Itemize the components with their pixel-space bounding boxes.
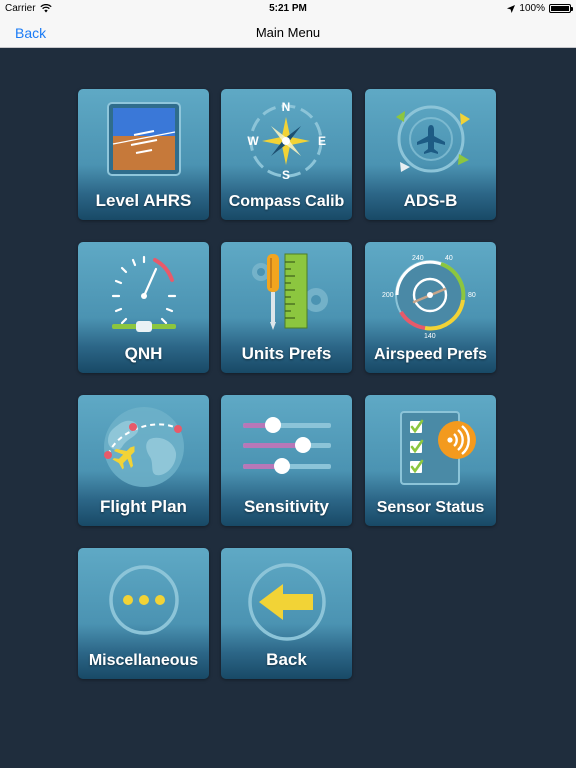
tile-label: Airspeed Prefs <box>374 346 487 363</box>
airspeed-tick-80: 80 <box>468 292 476 299</box>
airspeed-tick-40: 40 <box>445 255 453 262</box>
compass-south-label: S <box>282 168 290 182</box>
compass-east-label: E <box>318 134 326 148</box>
back-button[interactable]: Back <box>221 548 352 679</box>
status-right: 100% <box>507 3 573 14</box>
sensitivity-button[interactable]: Sensitivity <box>221 395 352 526</box>
location-arrow-icon <box>507 4 516 13</box>
flight-plan-button[interactable]: Flight Plan <box>78 395 209 526</box>
battery-percent: 100% <box>519 3 545 14</box>
tile-label: Sensor Status <box>376 499 485 516</box>
ads-b-button[interactable]: ADS-B <box>365 89 496 220</box>
battery-icon <box>549 4 573 13</box>
attitude-indicator-icon <box>107 102 181 176</box>
status-time: 5:21 PM <box>269 3 307 14</box>
tile-label: Flight Plan <box>100 497 187 516</box>
ruler-screwdriver-icon <box>252 253 328 330</box>
adsb-airplane-icon <box>396 105 470 173</box>
compass-north-label: N <box>282 100 291 114</box>
globe-airplane-icon <box>104 407 184 487</box>
airspeed-prefs-button[interactable]: 240 40 200 80 140 Airspeed Prefs <box>365 242 496 373</box>
tile-label: Level AHRS <box>95 191 192 210</box>
airspeed-tick-140: 140 <box>424 333 436 340</box>
tile-label: ADS-B <box>403 191 458 210</box>
tile-label: Compass Calib <box>228 193 345 210</box>
tile-label: Sensitivity <box>243 497 330 516</box>
ellipsis-icon <box>109 565 179 635</box>
airspeed-gauge-icon: 240 40 200 80 140 <box>382 255 476 340</box>
tile-label: Miscellaneous <box>88 652 199 669</box>
checklist-signal-icon <box>400 411 476 485</box>
nav-bar: Back Main Menu <box>0 18 576 48</box>
qnh-button[interactable]: QNH <box>78 242 209 373</box>
tile-label: QNH <box>124 344 163 363</box>
sliders-icon <box>243 417 331 474</box>
status-bar: Carrier 5:21 PM 100% <box>0 0 576 18</box>
units-prefs-button[interactable]: Units Prefs <box>221 242 352 373</box>
compass-icon: N E S W <box>247 100 326 182</box>
tile-label: Back <box>266 650 307 669</box>
tile-label: Units Prefs <box>241 344 332 363</box>
airspeed-tick-240: 240 <box>412 255 424 262</box>
back-arrow-icon <box>248 563 326 641</box>
airspeed-tick-200: 200 <box>382 292 394 299</box>
nav-title: Main Menu <box>255 25 321 40</box>
sensor-status-button[interactable]: Sensor Status <box>365 395 496 526</box>
level-ahrs-button[interactable]: Level AHRS <box>78 89 209 220</box>
altimeter-icon <box>111 255 177 332</box>
miscellaneous-button[interactable]: Miscellaneous <box>78 548 209 679</box>
compass-calib-button[interactable]: N E S W Compass Calib <box>221 89 352 220</box>
compass-west-label: W <box>247 134 259 148</box>
